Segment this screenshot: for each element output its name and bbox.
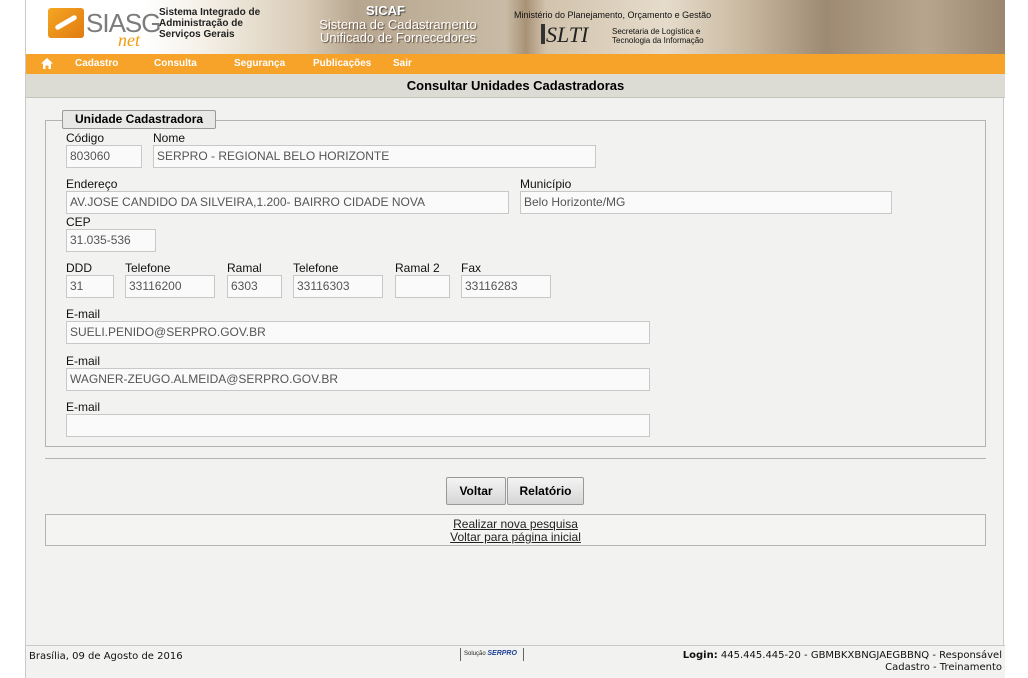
siasg-logo-mark	[48, 8, 84, 38]
menu-item-consulta[interactable]: Consulta	[154, 58, 197, 69]
system-name: Sistema Integrado de Administração de Se…	[159, 7, 261, 40]
header-banner: SIASG net Sistema Integrado de Administr…	[26, 0, 1005, 54]
ministry-name: Ministério do Planejamento, Orçamento e …	[514, 10, 712, 20]
menu-item-cadastro[interactable]: Cadastro	[75, 58, 118, 69]
ddd-label: DDD	[66, 261, 92, 275]
fax-field[interactable]: 33116283	[461, 275, 551, 298]
email1-label: E-mail	[66, 307, 101, 321]
page-title: Consultar Unidades Cadastradoras	[26, 74, 1005, 98]
home-icon[interactable]	[41, 58, 53, 69]
sicaf-name: Sistema de Cadastramento Unificado de Fo…	[319, 17, 477, 45]
pagina-inicial-link[interactable]: Voltar para página inicial	[46, 531, 985, 544]
links-box: Realizar nova pesquisa Voltar para págin…	[45, 514, 986, 546]
fax-label: Fax	[461, 261, 482, 275]
ramal1-label: Ramal	[227, 261, 262, 275]
login-label: Login:	[682, 650, 718, 661]
menu-item-publicacoes[interactable]: Publicações	[313, 58, 371, 69]
serpro-text: SERPRO	[487, 650, 517, 657]
cep-field[interactable]: 31.035-536	[66, 229, 156, 252]
solucao-text: Solução	[464, 651, 486, 657]
footer: Brasília, 09 de Agosto de 2016 Solução S…	[26, 645, 1005, 678]
endereco-label: Endereço	[66, 177, 118, 191]
nome-label: Nome	[153, 131, 186, 145]
municipio-label: Município	[520, 177, 572, 191]
telefone1-label: Telefone	[125, 261, 171, 275]
slti-logo-bars	[541, 24, 545, 44]
email3-label: E-mail	[66, 400, 101, 414]
codigo-label: Código	[66, 131, 105, 145]
telefone2-label: Telefone	[293, 261, 339, 275]
section-divider	[45, 458, 986, 459]
nome-field[interactable]: SERPRO - REGIONAL BELO HORIZONTE	[153, 145, 596, 168]
ramal2-field[interactable]	[395, 275, 450, 298]
fieldset-legend: Unidade Cadastradora	[62, 110, 217, 129]
municipio-field[interactable]: Belo Horizonte/MG	[520, 191, 892, 214]
footer-login: Login: 445.445.445-20 - GBMBKXBNGJAEGBBN…	[662, 650, 1002, 674]
logo-suffix-text: net	[118, 30, 140, 50]
ramal2-label: Ramal 2	[395, 261, 440, 275]
menu-item-sair[interactable]: Sair	[393, 58, 412, 69]
telefone2-field[interactable]: 33116303	[293, 275, 383, 298]
sicaf-code: SICAF	[366, 3, 405, 18]
email1-field[interactable]: SUELI.PENIDO@SERPRO.GOV.BR	[66, 321, 650, 344]
page-frame: SIASG net Sistema Integrado de Administr…	[25, 0, 1005, 678]
slti-name: Secretaria de Logística e Tecnologia da …	[612, 27, 704, 45]
endereco-field[interactable]: AV.JOSE CANDIDO DA SILVEIRA,1.200- BAIRR…	[66, 191, 509, 214]
menu-item-seguranca[interactable]: Segurança	[234, 58, 285, 69]
siasg-logo: SIASG net	[48, 6, 161, 50]
slti-logo: SLTI	[546, 22, 589, 47]
login-value: 445.445.445-20 - GBMBKXBNGJAEGBBNQ - Res…	[720, 650, 1002, 673]
email2-label: E-mail	[66, 354, 101, 368]
voltar-button[interactable]: Voltar	[446, 477, 506, 505]
cep-label: CEP	[66, 215, 91, 229]
email3-field[interactable]	[66, 414, 650, 437]
footer-date: Brasília, 09 de Agosto de 2016	[29, 651, 183, 662]
ddd-field[interactable]: 31	[66, 275, 114, 298]
relatorio-button[interactable]: Relatório	[507, 477, 584, 505]
telefone1-field[interactable]: 33116200	[125, 275, 215, 298]
main-menu-bar: Cadastro Consulta Segurança Publicações …	[26, 54, 1005, 74]
serpro-logo: Solução SERPRO	[460, 648, 524, 661]
email2-field[interactable]: WAGNER-ZEUGO.ALMEIDA@SERPRO.GOV.BR	[66, 368, 650, 391]
ramal1-field[interactable]: 6303	[227, 275, 282, 298]
codigo-field[interactable]: 803060	[66, 145, 142, 168]
